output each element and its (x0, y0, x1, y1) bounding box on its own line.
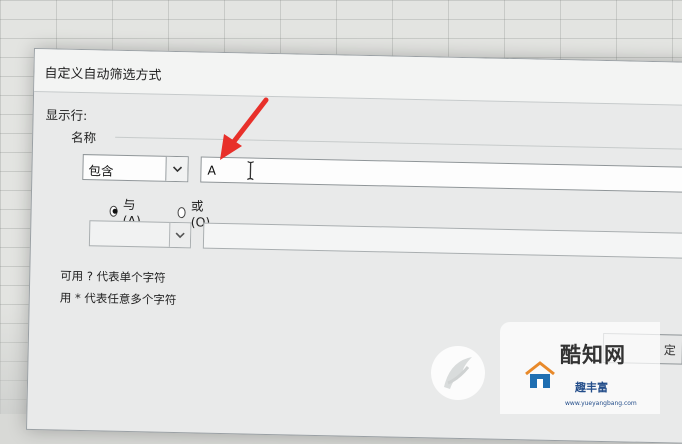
field-name-label: 名称 (71, 127, 96, 147)
dropdown-button-2[interactable] (169, 223, 190, 247)
dropdown-button-1[interactable] (165, 157, 187, 181)
operator-select-1-value: 包含 (88, 160, 113, 180)
show-rows-label: 显示行: (45, 104, 87, 124)
watermark-title: 酷知网 (560, 339, 626, 369)
operator-select-2[interactable] (89, 220, 192, 248)
and-radio-circle (109, 205, 117, 216)
chevron-down-icon (175, 231, 185, 238)
house-icon (522, 360, 558, 390)
hint-single-char: 可用 ? 代表单个字符 (60, 268, 166, 286)
dialog-title: 自定义自动筛选方式 (44, 62, 161, 83)
chevron-down-icon (172, 165, 182, 172)
watermark-url: www.yueyangbang.com (565, 400, 637, 407)
operator-select-1[interactable]: 包含 (82, 154, 189, 182)
watermark-logo-icon (428, 343, 488, 403)
hint-multi-char: 用 * 代表任意多个字符 (60, 290, 177, 308)
or-radio-circle (177, 207, 185, 218)
criteria-value-input-1[interactable]: A (200, 157, 682, 193)
ok-button-label: 定 (664, 341, 676, 358)
criteria-value-input-2[interactable] (203, 223, 682, 259)
watermark-subtitle: 趣丰富 (575, 379, 608, 395)
group-divider (115, 137, 682, 150)
annotation-arrow-icon (210, 96, 270, 166)
